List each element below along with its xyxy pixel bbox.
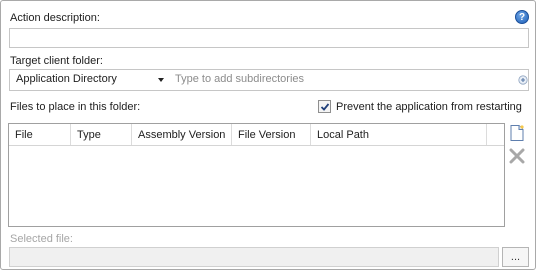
selected-file-label: Selected file: (10, 233, 73, 245)
prevent-restart-label: Prevent the application from restarting (336, 101, 522, 113)
checkmark-icon (320, 103, 330, 111)
help-icon[interactable]: ? (515, 10, 529, 24)
action-description-label: Action description: (10, 12, 100, 24)
action-panel: Action description: ? Target client fold… (0, 0, 536, 270)
browse-button[interactable]: ... (502, 247, 529, 267)
column-header-local-path[interactable]: Local Path (311, 124, 487, 145)
column-header-file-version[interactable]: File Version (232, 124, 311, 145)
column-header-file[interactable]: File (9, 124, 71, 145)
action-description-input[interactable] (9, 28, 529, 48)
column-header-assembly-version[interactable]: Assembly Version (132, 124, 232, 145)
column-header-type[interactable]: Type (71, 124, 132, 145)
files-label: Files to place in this folder: (10, 101, 141, 113)
prevent-restart-checkbox[interactable] (318, 100, 331, 113)
chevron-down-icon (158, 78, 164, 82)
selected-file-input (9, 247, 499, 267)
files-table[interactable]: File Type Assembly Version File Version … (8, 123, 505, 227)
add-subdirectory-icon[interactable] (518, 75, 528, 85)
add-file-icon[interactable] (509, 124, 525, 142)
delete-icon[interactable] (509, 148, 525, 164)
folder-dropdown[interactable]: Application Directory (10, 70, 170, 90)
target-folder-label: Target client folder: (10, 55, 103, 67)
folder-dropdown-value: Application Directory (16, 73, 117, 85)
subdirectory-input[interactable]: Type to add subdirectories (175, 73, 304, 85)
files-table-header: File Type Assembly Version File Version … (9, 124, 504, 146)
target-folder-row: Application Directory Type to add subdir… (9, 69, 529, 91)
